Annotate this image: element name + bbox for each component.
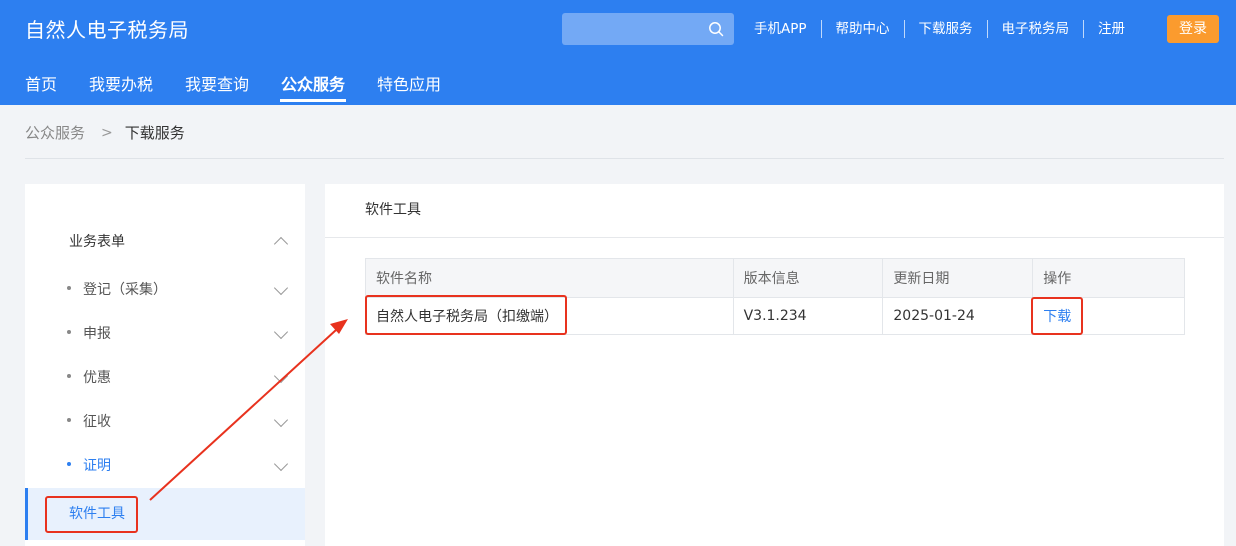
bullet-dot <box>67 462 71 466</box>
sidebar-item-label: 征收 <box>83 414 111 430</box>
sidebar: 业务表单 登记（采集） 申报 优惠 征收 证明 软件工具 <box>25 184 305 546</box>
sidebar-item-label: 登记（采集） <box>83 282 167 298</box>
mobile-app-link[interactable]: 手机APP <box>740 20 821 38</box>
sidebar-item-label: 软件工具 <box>69 506 125 522</box>
site-title[interactable]: 自然人电子税务局 <box>25 16 189 44</box>
tab-featured-apps[interactable]: 特色应用 <box>377 74 441 96</box>
version-cell: V3.1.234 <box>732 297 884 335</box>
panel-divider <box>325 237 1224 238</box>
active-tab-indicator <box>280 99 346 102</box>
software-name-cell: 自然人电子税务局（扣缴端） <box>365 297 734 335</box>
tab-query[interactable]: 我要查询 <box>185 74 249 96</box>
column-header-version: 版本信息 <box>732 258 884 298</box>
column-header-action: 操作 <box>1032 258 1185 298</box>
e-tax-bureau-link[interactable]: 电子税务局 <box>986 20 1084 38</box>
breadcrumb-current: 下载服务 <box>124 124 185 142</box>
top-links: 手机APP 帮助中心 下载服务 电子税务局 注册 <box>740 20 1139 38</box>
breadcrumb: 公众服务 > 下载服务 <box>25 122 185 144</box>
chevron-down-icon[interactable] <box>273 456 289 472</box>
search-icon[interactable] <box>708 21 724 37</box>
breadcrumb-chevron-icon: > <box>101 125 113 141</box>
tab-tax-handling[interactable]: 我要办税 <box>89 74 153 96</box>
software-table: 软件名称 版本信息 更新日期 操作 自然人电子税务局（扣缴端） V3.1.234… <box>365 258 1185 335</box>
column-header-software-name: 软件名称 <box>365 258 734 298</box>
sidebar-group-business-forms[interactable]: 业务表单 <box>69 232 125 252</box>
help-center-link[interactable]: 帮助中心 <box>820 20 904 38</box>
chevron-down-icon[interactable] <box>273 412 289 428</box>
search-box[interactable] <box>562 13 734 45</box>
action-cell: 下载 <box>1032 297 1185 335</box>
bullet-dot <box>67 418 71 422</box>
sidebar-item-certificate[interactable]: 证明 <box>67 456 111 476</box>
bullet-dot <box>67 286 71 290</box>
tab-public-service[interactable]: 公众服务 <box>281 74 345 96</box>
chevron-down-icon[interactable] <box>273 324 289 340</box>
bullet-dot <box>67 330 71 334</box>
search-input[interactable] <box>562 13 702 45</box>
register-link[interactable]: 注册 <box>1083 20 1139 38</box>
sidebar-item-software-tools[interactable]: 软件工具 <box>25 488 305 540</box>
sidebar-item-registration[interactable]: 登记（采集） <box>67 280 167 300</box>
sidebar-item-declaration[interactable]: 申报 <box>67 324 111 344</box>
panel-title: 软件工具 <box>365 202 421 218</box>
sidebar-item-preferential[interactable]: 优惠 <box>67 368 111 388</box>
sidebar-item-label: 证明 <box>83 458 111 474</box>
download-service-link[interactable]: 下载服务 <box>903 20 987 38</box>
sidebar-item-label: 优惠 <box>83 370 111 386</box>
breadcrumb-parent[interactable]: 公众服务 <box>25 122 85 144</box>
sidebar-item-collection[interactable]: 征收 <box>67 412 111 432</box>
bullet-dot <box>67 374 71 378</box>
chevron-down-icon[interactable] <box>273 368 289 384</box>
breadcrumb-divider <box>25 158 1224 159</box>
main-nav: 首页 我要办税 我要查询 公众服务 特色应用 <box>0 70 700 105</box>
update-date-cell: 2025-01-24 <box>882 297 1034 335</box>
main-panel: 软件工具 软件名称 版本信息 更新日期 操作 自然人电子税务局（扣缴端） V3.… <box>325 184 1224 546</box>
chevron-down-icon[interactable] <box>273 280 289 296</box>
top-header: 自然人电子税务局 手机APP 帮助中心 下载服务 电子税务局 注册 登录 首页 … <box>0 0 1236 105</box>
table-row: 自然人电子税务局（扣缴端） V3.1.234 2025-01-24 下载 <box>365 297 1185 335</box>
tab-home[interactable]: 首页 <box>25 74 57 96</box>
chevron-up-icon[interactable] <box>273 236 289 252</box>
login-button[interactable]: 登录 <box>1167 15 1219 43</box>
sidebar-item-label: 申报 <box>83 326 111 342</box>
column-header-update-date: 更新日期 <box>882 258 1034 298</box>
download-link[interactable]: 下载 <box>1043 309 1071 325</box>
table-header-row: 软件名称 版本信息 更新日期 操作 <box>365 258 1185 298</box>
